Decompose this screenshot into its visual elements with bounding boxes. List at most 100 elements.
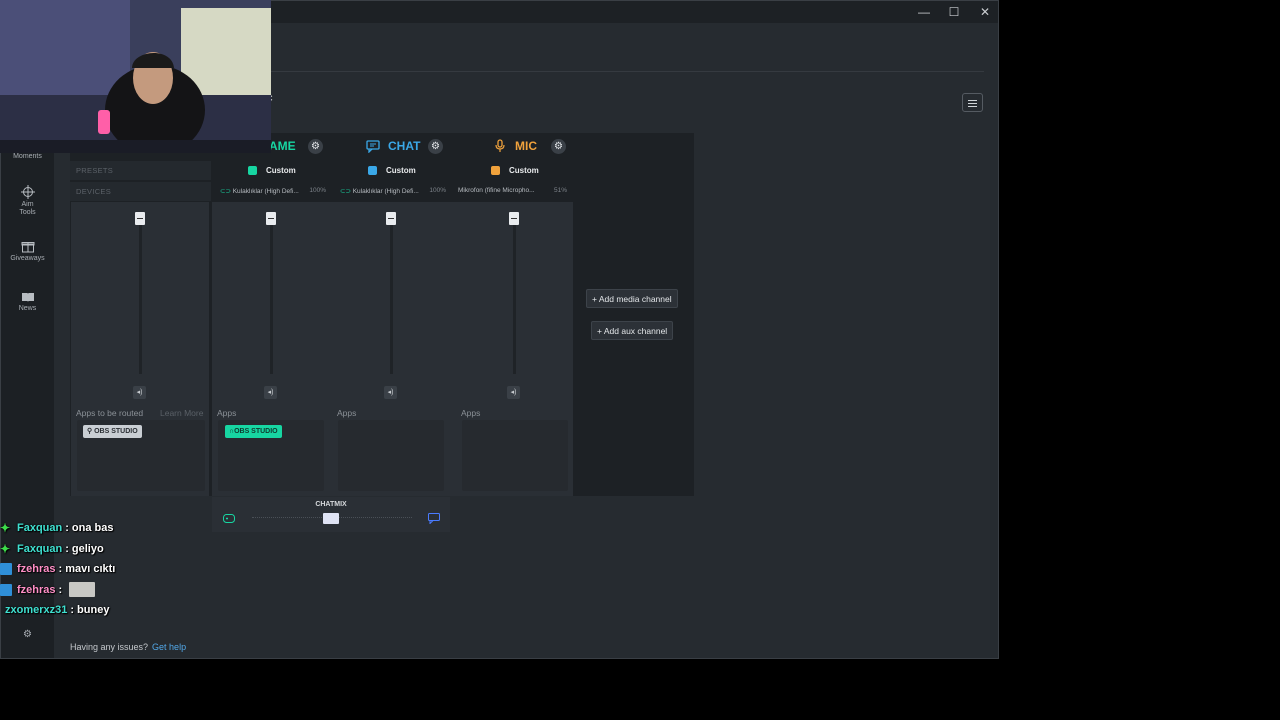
menu-button[interactable] (962, 93, 983, 112)
sidebar-item-aim-tools[interactable]: Aim Tools (1, 185, 54, 217)
chat-username: Faxquan (17, 542, 63, 555)
gift-icon (21, 242, 34, 253)
sidebar-item-label: Aim Tools (19, 201, 36, 216)
game-preset-select[interactable]: Custom (248, 161, 296, 179)
game-device-select[interactable]: ⊂⊃ Kulaklıklar (High Defi... 100% (220, 187, 326, 195)
preset-label: Custom (509, 165, 539, 175)
game-apps-label: Apps (217, 408, 237, 418)
chat-message: ✦ Faxquan: ona bas (0, 521, 114, 536)
chat-bubble-icon (366, 139, 380, 153)
sidebar-item-moments[interactable]: Moments (1, 153, 54, 160)
get-help-link[interactable]: Get help (152, 642, 186, 652)
sidebar-item-label: News (18, 305, 37, 312)
chat-apps-label: Apps (337, 408, 357, 418)
presets-label: PRESETS (76, 166, 114, 175)
volume-slider-track[interactable] (390, 214, 393, 374)
chat-text: buney (77, 604, 110, 617)
sidebar-item-giveaways[interactable]: Giveaways (1, 239, 54, 262)
add-aux-channel-button[interactable]: + Add aux channel (591, 321, 674, 340)
chat-text: ona bas (71, 522, 114, 535)
maximize-button[interactable]: ☐ (941, 4, 967, 20)
webcam-image (0, 0, 271, 153)
app-chip-label: OBS STUDIO (234, 428, 278, 435)
pin-icon: ⚲ (87, 428, 93, 435)
chatmix-label: CHATMIX (315, 501, 347, 508)
chat-channel-header: CHAT (366, 135, 420, 157)
prime-badge-icon (0, 583, 12, 596)
chat-preset-select[interactable]: Custom (368, 161, 416, 179)
preset-label: Custom (386, 165, 416, 175)
news-icon (21, 293, 34, 302)
sidebar-item-news[interactable]: News (1, 291, 54, 312)
unrouted-apps-label: Apps to be routed (76, 408, 144, 418)
mic-apps-box (462, 420, 568, 491)
chat-message: fzehras: (0, 580, 200, 601)
volume-slider-track[interactable] (513, 214, 516, 374)
prime-badge-icon (0, 563, 12, 576)
devices-label: DEVICES (76, 187, 112, 196)
emote-image (69, 582, 96, 598)
device-name: Kulaklıklar (High Defi... (232, 188, 299, 195)
gamepad-icon (223, 514, 235, 523)
volume-slider-thumb[interactable] (266, 212, 276, 225)
chat-apps-box (338, 420, 444, 491)
chat-channel-name: CHAT (388, 139, 421, 153)
mic-preset-select[interactable]: Custom (491, 161, 539, 179)
star-badge-icon: ✦ (0, 541, 11, 556)
device-name: Mikrofon (fifine Micropho... (458, 187, 535, 194)
webcam-overlay (0, 0, 271, 153)
microphone-icon (495, 139, 505, 152)
link-icon: ⊂⊃ (220, 188, 231, 195)
speaker-icon[interactable]: ◂) (384, 386, 397, 399)
device-level: 100% (309, 187, 326, 194)
settings-icon[interactable]: ⚙ (1, 629, 54, 640)
chat-device-select[interactable]: ⊂⊃ Kulaklıklar (High Defi... 100% (340, 187, 446, 195)
mic-apps-label: Apps (461, 408, 481, 418)
chat-settings-gear-icon[interactable]: ⚙ (428, 139, 443, 154)
volume-slider-track[interactable] (270, 214, 273, 374)
chat-username: fzehras (17, 563, 56, 576)
mic-settings-gear-icon[interactable]: ⚙ (551, 139, 566, 154)
chat-message: ✦ Faxquan: geliyo (0, 541, 104, 556)
close-button[interactable]: ✕ (972, 4, 998, 20)
device-name: Kulaklıklar (High Defi... (352, 188, 419, 195)
device-level: 100% (429, 187, 446, 194)
volume-slider-track[interactable] (139, 214, 142, 374)
speaker-icon[interactable]: ◂) (133, 386, 146, 399)
minimize-button[interactable]: — (911, 4, 937, 20)
stream-chat-overlay: ✦ Faxquan: ona bas ✦ Faxquan: geliyo fzehr… (0, 518, 200, 621)
speaker-icon[interactable]: ◂) (507, 386, 520, 399)
preset-color-icon (248, 165, 257, 175)
game-channel-name: AME (269, 139, 296, 153)
mic-channel-name: MIC (515, 139, 537, 153)
volume-slider-thumb[interactable] (509, 212, 519, 225)
chatmix-panel: CHATMIX (212, 497, 450, 532)
chat-text: geliyo (71, 542, 104, 555)
preset-color-icon (368, 165, 377, 175)
app-chip-obs-unrouted[interactable]: ⚲ OBS STUDIO (83, 425, 142, 438)
volume-slider-thumb[interactable] (386, 212, 396, 225)
chat-bubble-icon (428, 513, 440, 524)
mic-channel-header: MIC (495, 135, 537, 157)
game-settings-gear-icon[interactable]: ⚙ (308, 139, 323, 154)
device-level: 51% (553, 187, 567, 194)
speaker-icon[interactable]: ◂) (264, 386, 277, 399)
add-media-channel-button[interactable]: + Add media channel (586, 289, 678, 308)
app-chip-obs-game[interactable]: ∩OBS STUDIO (225, 425, 282, 438)
chat-username: fzehras (17, 583, 56, 596)
mic-device-select[interactable]: Mikrofon (fifine Micropho... 51% (458, 187, 567, 194)
star-badge-icon: ✦ (0, 521, 11, 536)
chat-message: fzehras: mavı cıktı (0, 559, 200, 580)
chat-message: zxomerxz31: buney (5, 604, 110, 617)
chat-username: Faxquan (17, 522, 63, 535)
help-text: Having any issues? (70, 642, 149, 652)
sidebar-item-label: Giveaways (10, 255, 45, 262)
volume-slider-thumb[interactable] (135, 212, 145, 225)
app-chip-label: OBS STUDIO (94, 428, 138, 435)
crosshair-icon (20, 185, 35, 199)
chat-text: mavı cıktı (65, 563, 116, 576)
preset-label: Custom (266, 165, 296, 175)
learn-more-link[interactable]: Learn More (160, 408, 203, 418)
chatmix-thumb[interactable] (323, 513, 339, 524)
sidebar-item-label: Moments (13, 153, 42, 160)
